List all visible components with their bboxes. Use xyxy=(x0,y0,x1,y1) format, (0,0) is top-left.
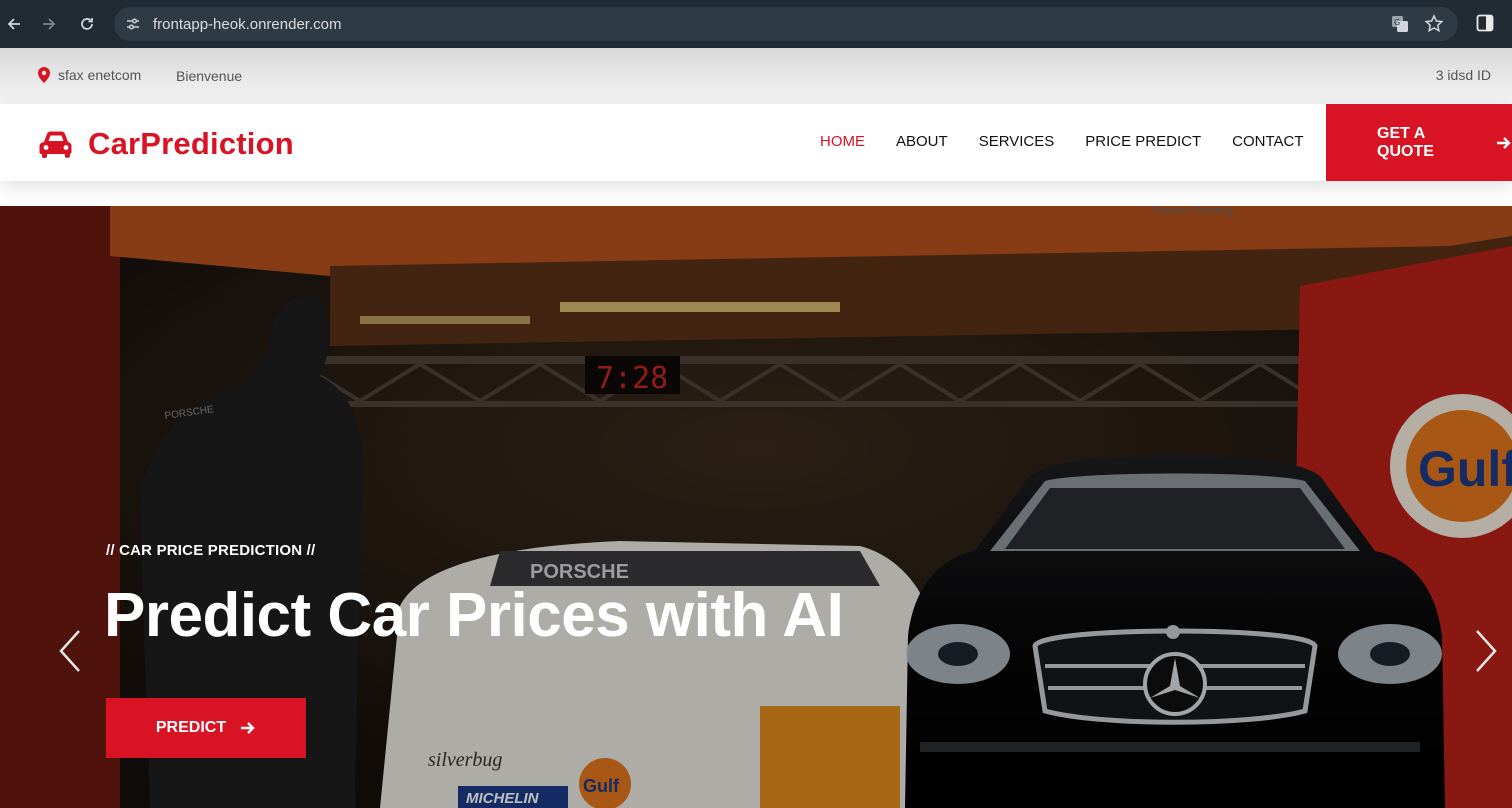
get-a-quote-button[interactable]: GET A QUOTE xyxy=(1326,104,1512,181)
map-marker-icon xyxy=(38,67,50,83)
arrow-right-icon xyxy=(1497,136,1511,149)
back-arrow-icon[interactable] xyxy=(2,12,26,36)
nav-item-home[interactable]: HOME xyxy=(820,133,865,150)
predict-button-label: PREDICT xyxy=(155,719,227,736)
topbar-right-text: 3 idsd ID xyxy=(1435,67,1491,83)
translate-icon[interactable]: G xyxy=(1391,15,1409,33)
nav-menu: HOME ABOUT SERVICES PRICE PREDICT CONTAC… xyxy=(820,133,1304,150)
nav-item-services[interactable]: SERVICES xyxy=(979,133,1055,150)
nav-item-price-predict[interactable]: PRICE PREDICT xyxy=(1085,133,1201,150)
forward-arrow-icon[interactable] xyxy=(37,12,61,36)
browser-toolbar: frontapp-heok.onrender.com G xyxy=(0,0,1512,48)
car-icon xyxy=(39,131,72,158)
location-text: sfax enetcom xyxy=(58,67,142,83)
brand-name: CarPrediction xyxy=(88,126,294,161)
spacer xyxy=(0,181,1512,206)
reload-icon[interactable] xyxy=(75,12,99,36)
site-settings-icon[interactable] xyxy=(125,16,141,32)
svg-text:G: G xyxy=(1394,18,1400,27)
hero-subtitle: // CAR PRICE PREDICTION // xyxy=(106,542,316,559)
address-bar[interactable]: frontapp-heok.onrender.com G xyxy=(114,7,1458,41)
get-a-quote-label: GET A QUOTE xyxy=(1377,124,1434,160)
brand-logo[interactable]: CarPrediction xyxy=(38,126,294,162)
arrow-right-icon xyxy=(241,722,255,734)
top-info-bar: sfax enetcom Bienvenue 3 idsd ID xyxy=(0,48,1512,104)
predict-button[interactable]: PREDICT xyxy=(106,698,306,758)
nav-item-about[interactable]: ABOUT xyxy=(896,133,948,150)
welcome-text: Bienvenue xyxy=(176,68,243,84)
hero-carousel: 7:28 Thomas Preining Gulf PORSCHE PORSCH… xyxy=(0,206,1512,808)
url-text[interactable]: frontapp-heok.onrender.com xyxy=(153,16,341,33)
carousel-prev-icon[interactable] xyxy=(55,626,85,676)
carousel-next-icon[interactable] xyxy=(1471,626,1501,676)
nav-item-contact[interactable]: CONTACT xyxy=(1232,133,1303,150)
side-panel-icon[interactable] xyxy=(1476,14,1494,32)
main-navbar: CarPrediction HOME ABOUT SERVICES PRICE … xyxy=(0,104,1512,181)
bookmark-star-icon[interactable] xyxy=(1424,14,1444,34)
location-info: sfax enetcom xyxy=(38,67,141,83)
hero-headline: Predict Car Prices with AI xyxy=(104,581,844,650)
